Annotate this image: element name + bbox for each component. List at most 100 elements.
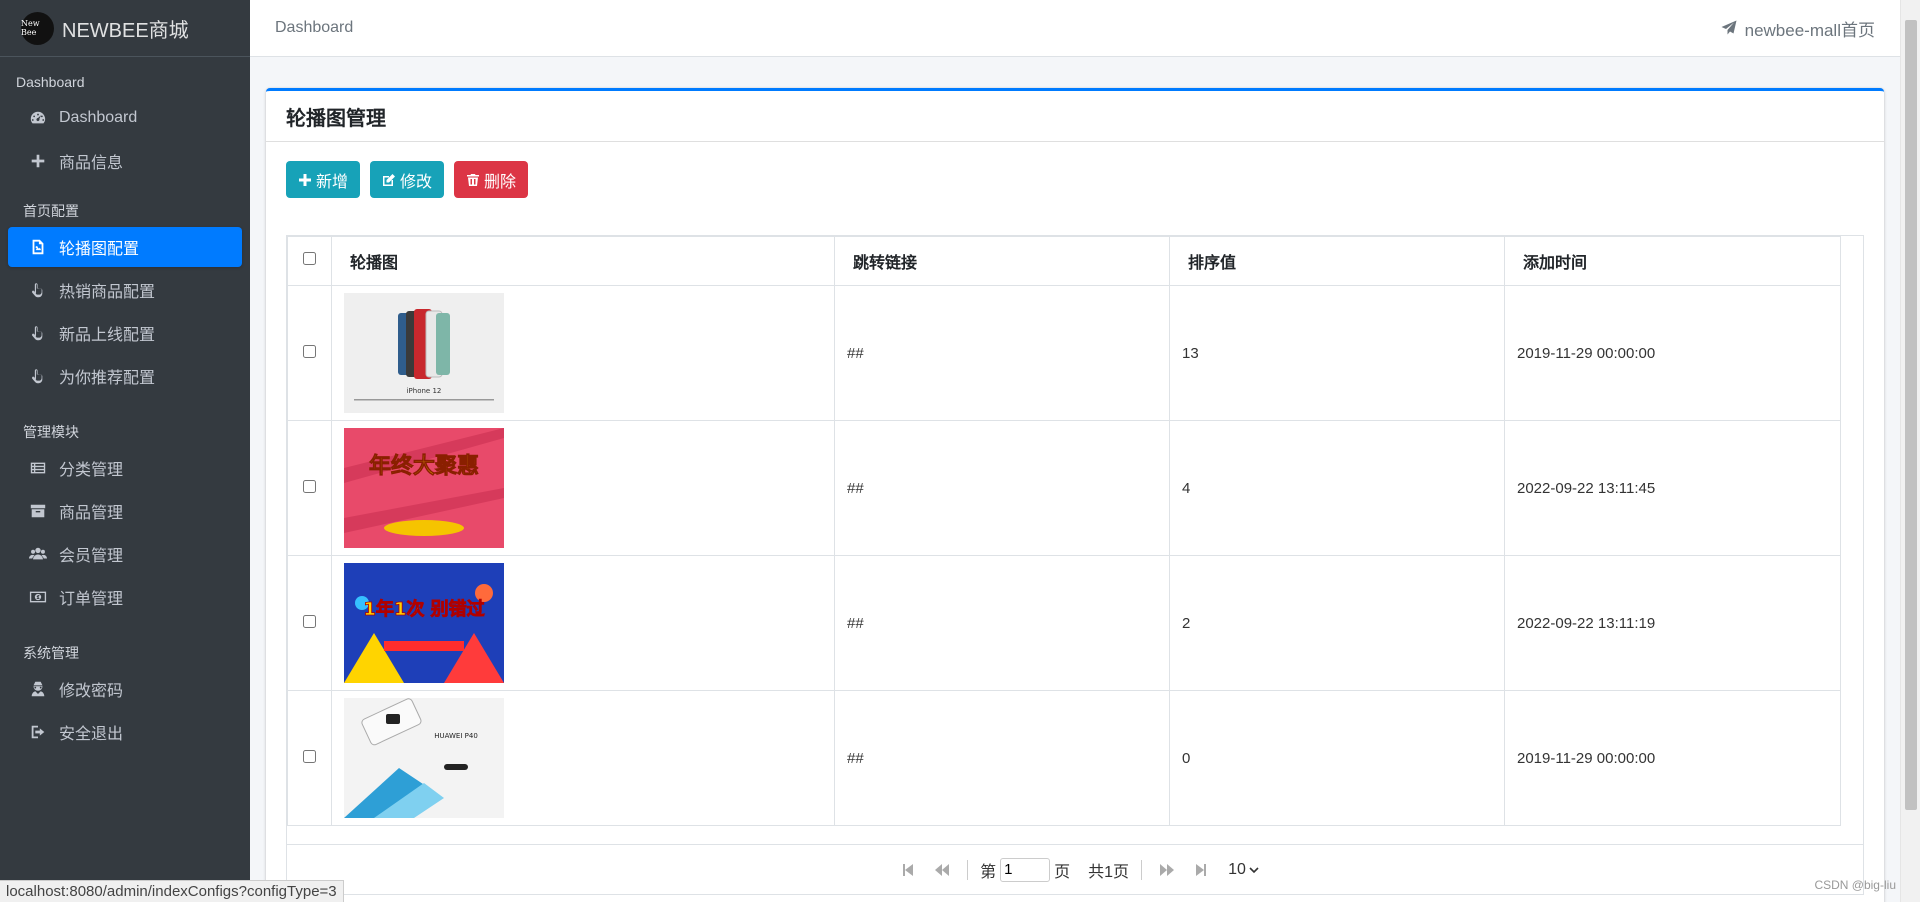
user-secret-icon	[27, 679, 49, 699]
page-suffix: 页	[1054, 863, 1071, 881]
toolbar: 新增 修改 删除	[286, 161, 529, 198]
rank-cell: 2	[1169, 555, 1505, 691]
prev-page-icon	[935, 863, 950, 876]
hand-pointer-icon	[27, 323, 49, 343]
column-header-image[interactable]: 轮播图	[331, 236, 835, 286]
sidebar-item-goods-info[interactable]: 商品信息	[8, 141, 242, 181]
next-page-button[interactable]	[1156, 859, 1178, 881]
dashboard-icon	[27, 108, 49, 128]
sidebar-item-label: 商品管理	[59, 505, 124, 522]
vertical-scrollbar[interactable]	[1900, 0, 1920, 902]
sidebar-item-new-goods[interactable]: 新品上线配置	[8, 313, 242, 353]
sidebar-item-logout[interactable]: 安全退出	[8, 712, 242, 752]
sidebar-item-label: 新品上线配置	[59, 327, 156, 344]
column-header-link[interactable]: 跳转链接	[834, 236, 1170, 286]
pagination: 第 页 共1页 10	[286, 844, 1864, 894]
edit-button-label: 修改	[400, 173, 433, 191]
page-size-select[interactable]: 10	[1228, 861, 1259, 879]
sidebar-item-dashboard[interactable]: Dashboard	[8, 98, 242, 138]
time-cell: 2019-11-29 00:00:00	[1504, 285, 1841, 421]
prev-page-button[interactable]	[931, 859, 953, 881]
nav-header-system: 系统管理	[23, 645, 79, 661]
svg-text:iPhone 12: iPhone 12	[407, 387, 442, 395]
delete-button-label: 删除	[484, 173, 517, 191]
sidebar-item-label: 安全退出	[59, 726, 124, 743]
users-icon	[27, 544, 49, 564]
first-page-icon	[903, 863, 914, 876]
sidebar-item-carousel[interactable]: 轮播图配置	[8, 227, 242, 267]
nav-header-index-config: 首页配置	[23, 203, 79, 219]
pager-divider	[967, 859, 969, 880]
add-button-label: 新增	[316, 173, 349, 191]
archive-icon	[27, 501, 49, 521]
next-page-icon	[1160, 863, 1175, 876]
page-title: 轮播图管理	[286, 107, 386, 130]
sidebar-item-change-password[interactable]: 修改密码	[8, 669, 242, 709]
table-row[interactable]: iPhone 12 ## 13 2019-11-29 00:00:00	[287, 285, 1841, 421]
column-header-rank[interactable]: 排序值	[1169, 236, 1505, 286]
column-header-time[interactable]: 添加时间	[1504, 236, 1841, 286]
first-page-button[interactable]	[897, 859, 919, 881]
sidebar-item-recommend[interactable]: 为你推荐配置	[8, 356, 242, 396]
row-checkbox[interactable]	[303, 749, 316, 763]
page-number-input[interactable]	[1000, 857, 1051, 882]
list-icon	[27, 458, 49, 478]
rank-cell: 0	[1169, 690, 1505, 826]
plus-icon	[27, 151, 49, 171]
sidebar-item-label: 轮播图配置	[59, 241, 140, 258]
link-cell: ##	[834, 285, 1170, 421]
delete-button[interactable]: 删除	[454, 161, 529, 198]
edit-icon	[383, 173, 396, 186]
home-link-label: newbee-mall首页	[1744, 20, 1875, 40]
link-cell: ##	[834, 555, 1170, 691]
sidebar-item-category[interactable]: 分类管理	[8, 448, 242, 488]
sidebar-item-orders[interactable]: 订单管理	[8, 577, 242, 617]
hand-pointer-icon	[27, 366, 49, 386]
last-page-button[interactable]	[1190, 859, 1212, 881]
breadcrumb[interactable]: Dashboard	[275, 19, 353, 37]
paper-plane-icon	[1721, 20, 1737, 35]
plus-icon	[299, 173, 311, 186]
carousel-image-cell: 1年1次 别错过	[331, 555, 835, 691]
hand-pointer-icon	[27, 280, 49, 300]
row-select-cell	[287, 285, 332, 421]
table-row[interactable]: 年终大聚惠 ## 4 2022-09-22 13:11:45	[287, 420, 1841, 556]
row-select-cell	[287, 690, 332, 826]
table-row[interactable]: HUAWEI P40 ## 0 2019-11-29 00:00:00	[287, 690, 1841, 826]
mall-home-link[interactable]: newbee-mall首页	[1721, 16, 1875, 41]
carousel-card: 轮播图管理 新增 修改 删除 轮播图 跳转链接 排序值 添加时间 iPhone …	[266, 88, 1884, 902]
rank-cell: 13	[1169, 285, 1505, 421]
carousel-thumbnail: HUAWEI P40	[344, 698, 504, 818]
brand-link[interactable]: New Bee NEWBEE商城	[0, 0, 250, 57]
select-all-checkbox[interactable]	[303, 252, 316, 265]
brand-logo: New Bee	[21, 11, 54, 45]
table-row[interactable]: 1年1次 别错过 ## 2 2022-09-22 13:11:19	[287, 555, 1841, 691]
row-select-cell	[287, 420, 332, 556]
sidebar: New Bee NEWBEE商城 Dashboard Dashboard 商品信…	[0, 0, 250, 902]
money-icon	[27, 587, 49, 607]
row-checkbox[interactable]	[303, 614, 316, 628]
edit-button[interactable]: 修改	[370, 161, 445, 198]
row-checkbox[interactable]	[303, 479, 316, 493]
carousel-table: 轮播图 跳转链接 排序值 添加时间 iPhone 12 ## 13 2019-1…	[287, 236, 1841, 826]
row-select-cell	[287, 555, 332, 691]
carousel-thumbnail: iPhone 12	[344, 293, 504, 413]
scrollbar-thumb[interactable]	[1905, 20, 1917, 810]
carousel-thumbnail: 1年1次 别错过	[344, 563, 504, 683]
header-select-all	[287, 236, 332, 286]
watermark: CSDN @big-liu	[1814, 878, 1896, 892]
row-checkbox[interactable]	[303, 344, 316, 358]
sidebar-item-label: 分类管理	[59, 462, 124, 479]
sidebar-item-hot-goods[interactable]: 热销商品配置	[8, 270, 242, 310]
sidebar-item-label: 商品信息	[59, 155, 124, 172]
carousel-image-cell: iPhone 12	[331, 285, 835, 421]
nav-header-dashboard: Dashboard	[16, 74, 85, 90]
rank-cell: 4	[1169, 420, 1505, 556]
sidebar-item-goods[interactable]: 商品管理	[8, 491, 242, 531]
pager-divider	[1141, 859, 1143, 880]
add-button[interactable]: 新增	[286, 161, 361, 198]
carousel-image-cell: HUAWEI P40	[331, 690, 835, 826]
sidebar-item-members[interactable]: 会员管理	[8, 534, 242, 574]
carousel-thumbnail: 年终大聚惠	[344, 428, 504, 548]
svg-text:HUAWEI P40: HUAWEI P40	[434, 732, 478, 740]
